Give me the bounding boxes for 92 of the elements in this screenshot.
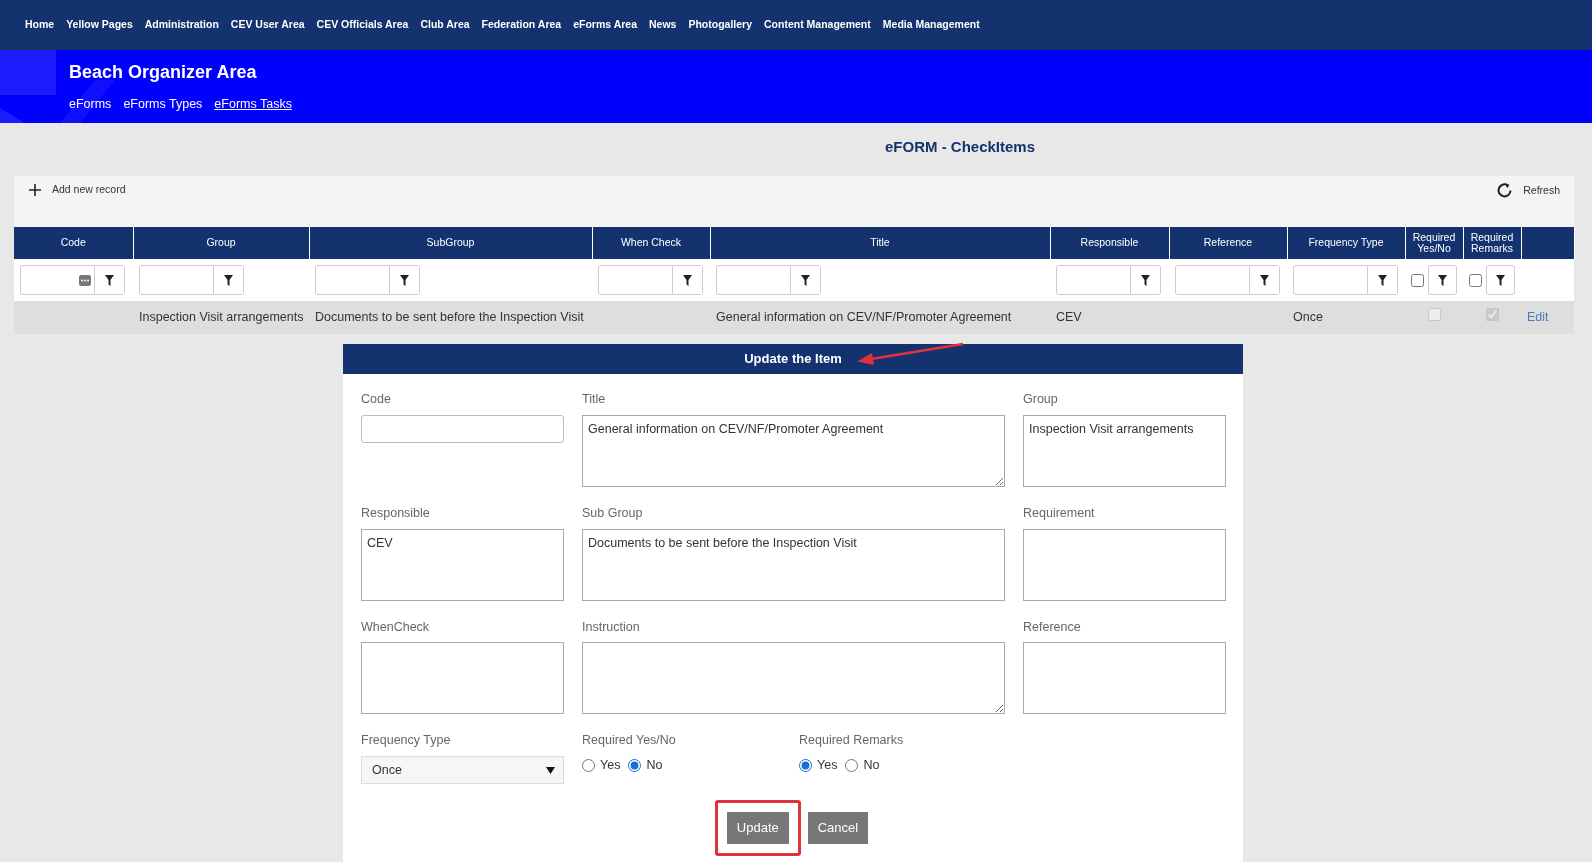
text-field[interactable] bbox=[361, 414, 564, 443]
option-label: No bbox=[863, 757, 880, 774]
field-label: Responsible bbox=[361, 504, 431, 522]
table-cell: Inspection Visit arrangements bbox=[139, 310, 304, 325]
section-link[interactable]: eForms Tasks bbox=[214, 94, 292, 114]
radio-button[interactable] bbox=[582, 758, 595, 772]
field-label: Required Yes/No bbox=[582, 732, 677, 750]
filter-field[interactable] bbox=[1293, 265, 1398, 295]
filter-icon bbox=[801, 274, 810, 286]
table-cell: General information on CEV/NF/Promoter Agreement bbox=[716, 310, 1012, 325]
filter-checkbox[interactable] bbox=[1411, 273, 1424, 287]
column-header[interactable]: Responsible bbox=[1050, 227, 1169, 259]
plus-icon bbox=[28, 182, 42, 197]
filter-icon bbox=[224, 274, 233, 286]
option-label: No bbox=[646, 757, 663, 774]
filter-icon bbox=[683, 274, 692, 286]
column-header[interactable]: SubGroup bbox=[309, 227, 592, 259]
filter-icon bbox=[1496, 274, 1505, 286]
nav-link-item[interactable]: News bbox=[649, 17, 677, 33]
nav-link-item[interactable]: CEV Officials Area bbox=[316, 17, 409, 33]
text-area[interactable] bbox=[582, 642, 1005, 715]
filter-field[interactable] bbox=[1175, 265, 1280, 295]
nav-link-item[interactable]: Federation Area bbox=[481, 17, 562, 33]
option-label: Yes bbox=[817, 757, 838, 774]
text-area[interactable]: General information on CEV/NF/Promoter Agreement bbox=[582, 414, 1005, 487]
text-area[interactable] bbox=[1023, 528, 1226, 601]
page-title: eFORM - CheckItems bbox=[885, 138, 1036, 155]
table-cell: CEV bbox=[1056, 310, 1082, 325]
dropdown[interactable]: Once bbox=[361, 756, 564, 784]
filter-field[interactable] bbox=[1056, 265, 1161, 295]
field-label: Group bbox=[1023, 391, 1059, 408]
option-label: Yes bbox=[600, 757, 621, 774]
filter-icon bbox=[1141, 274, 1150, 286]
nav-link-item[interactable]: eForms Area bbox=[573, 17, 637, 33]
filter-checkbox[interactable] bbox=[1469, 273, 1482, 287]
table-cell: Documents to be sent before the Inspection Visit bbox=[315, 310, 584, 325]
dialog-header: Update the Item bbox=[343, 344, 1243, 374]
nav-link-item[interactable]: Photogallery bbox=[688, 17, 753, 33]
filter-field[interactable] bbox=[598, 265, 703, 295]
more-icon[interactable] bbox=[79, 274, 91, 286]
section-link[interactable]: eForms Types bbox=[123, 94, 203, 114]
filter-icon bbox=[105, 274, 114, 286]
text-area[interactable]: Inspection Visit arrangements bbox=[1023, 414, 1226, 487]
nav-link-item[interactable]: CEV User Area bbox=[230, 17, 305, 33]
filter-field[interactable] bbox=[716, 265, 821, 295]
nav-link-item[interactable]: Club Area bbox=[420, 17, 470, 33]
column-header[interactable]: Required Yes/No bbox=[1405, 227, 1463, 259]
field-label: WhenCheck bbox=[361, 618, 431, 636]
radio-button[interactable] bbox=[628, 758, 642, 772]
table-cell: Once bbox=[1293, 310, 1323, 325]
text-area[interactable]: Documents to be sent before the Inspection Visit bbox=[582, 528, 1005, 601]
add-record-button[interactable]: Add new record bbox=[28, 182, 126, 198]
filter-field[interactable] bbox=[139, 265, 244, 295]
nav-link-item[interactable]: Home bbox=[25, 17, 55, 33]
field-label: Reference bbox=[1023, 618, 1082, 636]
radio-button[interactable] bbox=[845, 758, 859, 772]
filter-icon bbox=[400, 274, 409, 286]
caret-icon bbox=[546, 766, 555, 774]
refresh-icon bbox=[1496, 182, 1514, 199]
field-label: Frequency Type bbox=[361, 732, 452, 750]
field-label: Code bbox=[361, 391, 392, 408]
filter-field[interactable] bbox=[20, 265, 125, 295]
text-area[interactable] bbox=[361, 642, 564, 715]
filter-button[interactable] bbox=[1486, 265, 1515, 295]
field-label: Requirement bbox=[1023, 504, 1096, 522]
field-label: Sub Group bbox=[582, 504, 644, 522]
filter-icon bbox=[1438, 274, 1447, 286]
field-label: Title bbox=[582, 391, 607, 408]
area-title: Beach Organizer Area bbox=[69, 62, 258, 84]
refresh-button[interactable]: Refresh bbox=[1496, 182, 1560, 199]
field-label: Required Remarks bbox=[799, 732, 905, 750]
nav-link-item[interactable]: Administration bbox=[144, 17, 219, 33]
column-header[interactable]: When Check bbox=[592, 227, 710, 259]
filter-icon bbox=[1260, 274, 1269, 286]
field-label: Instruction bbox=[582, 618, 641, 636]
filter-icon bbox=[1378, 274, 1387, 286]
nav-link-item[interactable]: Yellow Pages bbox=[66, 17, 133, 33]
nav-link-item[interactable]: Content Management bbox=[764, 17, 871, 33]
cancel-button[interactable]: Cancel bbox=[807, 812, 869, 844]
column-header[interactable]: Group bbox=[133, 227, 309, 259]
column-header[interactable]: Code bbox=[14, 227, 133, 259]
radio-button[interactable] bbox=[799, 758, 812, 772]
filter-button[interactable] bbox=[1428, 265, 1457, 295]
column-header[interactable]: Reference bbox=[1169, 227, 1287, 259]
filter-field[interactable] bbox=[315, 265, 420, 295]
update-button[interactable]: Update bbox=[726, 812, 789, 844]
column-header[interactable]: Title bbox=[710, 227, 1050, 259]
column-header[interactable]: Required Remarks bbox=[1463, 227, 1521, 259]
text-area[interactable]: CEV bbox=[361, 528, 564, 601]
column-header[interactable]: Frequency Type bbox=[1287, 227, 1405, 259]
text-area[interactable] bbox=[1023, 642, 1226, 715]
nav-link-item[interactable]: Media Management bbox=[882, 17, 980, 33]
